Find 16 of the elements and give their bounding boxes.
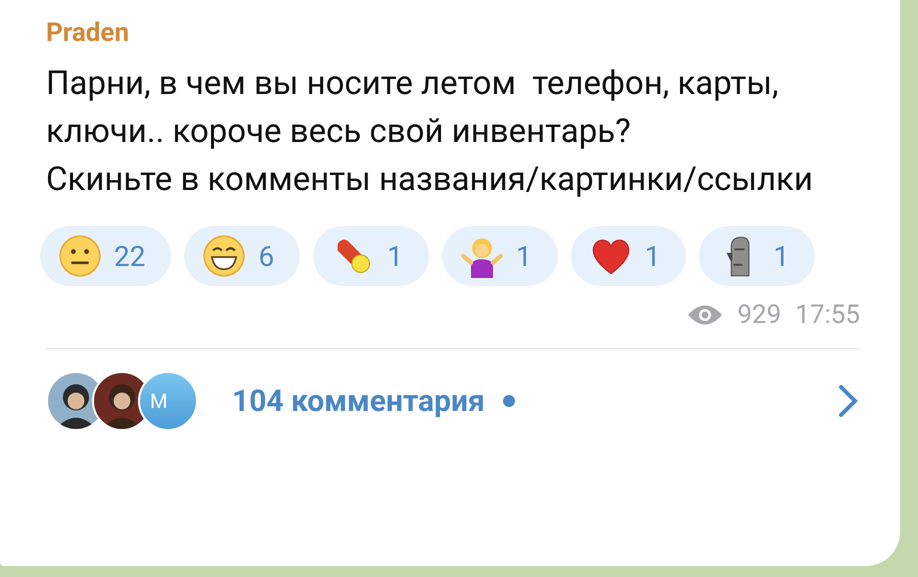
eye-icon: [687, 304, 724, 326]
avatar: M: [138, 371, 198, 431]
reaction-chip[interactable]: 6: [184, 226, 300, 286]
reaction-chip[interactable]: 1: [699, 226, 816, 286]
reaction-chip[interactable]: 1: [442, 226, 558, 286]
reaction-chip[interactable]: 1: [313, 226, 429, 286]
grinning-face-icon: [202, 234, 246, 278]
view-count: 929: [737, 300, 782, 330]
comments-link[interactable]: 104 комментария: [232, 384, 485, 418]
reaction-chip[interactable]: 22: [40, 226, 172, 286]
author-name: Praden: [46, 18, 130, 48]
neutral-face-icon: [58, 234, 102, 278]
chevron-right-icon[interactable]: [836, 383, 860, 419]
reaction-chip[interactable]: 1: [570, 226, 686, 286]
message-time: 17:55: [795, 300, 860, 330]
message-text: Парни, в чем вы носите летом телефон, карты, ключи.. короче весь свой инвентарь? Скиньте в комменты названия/картинки/ссылки: [46, 63, 814, 201]
